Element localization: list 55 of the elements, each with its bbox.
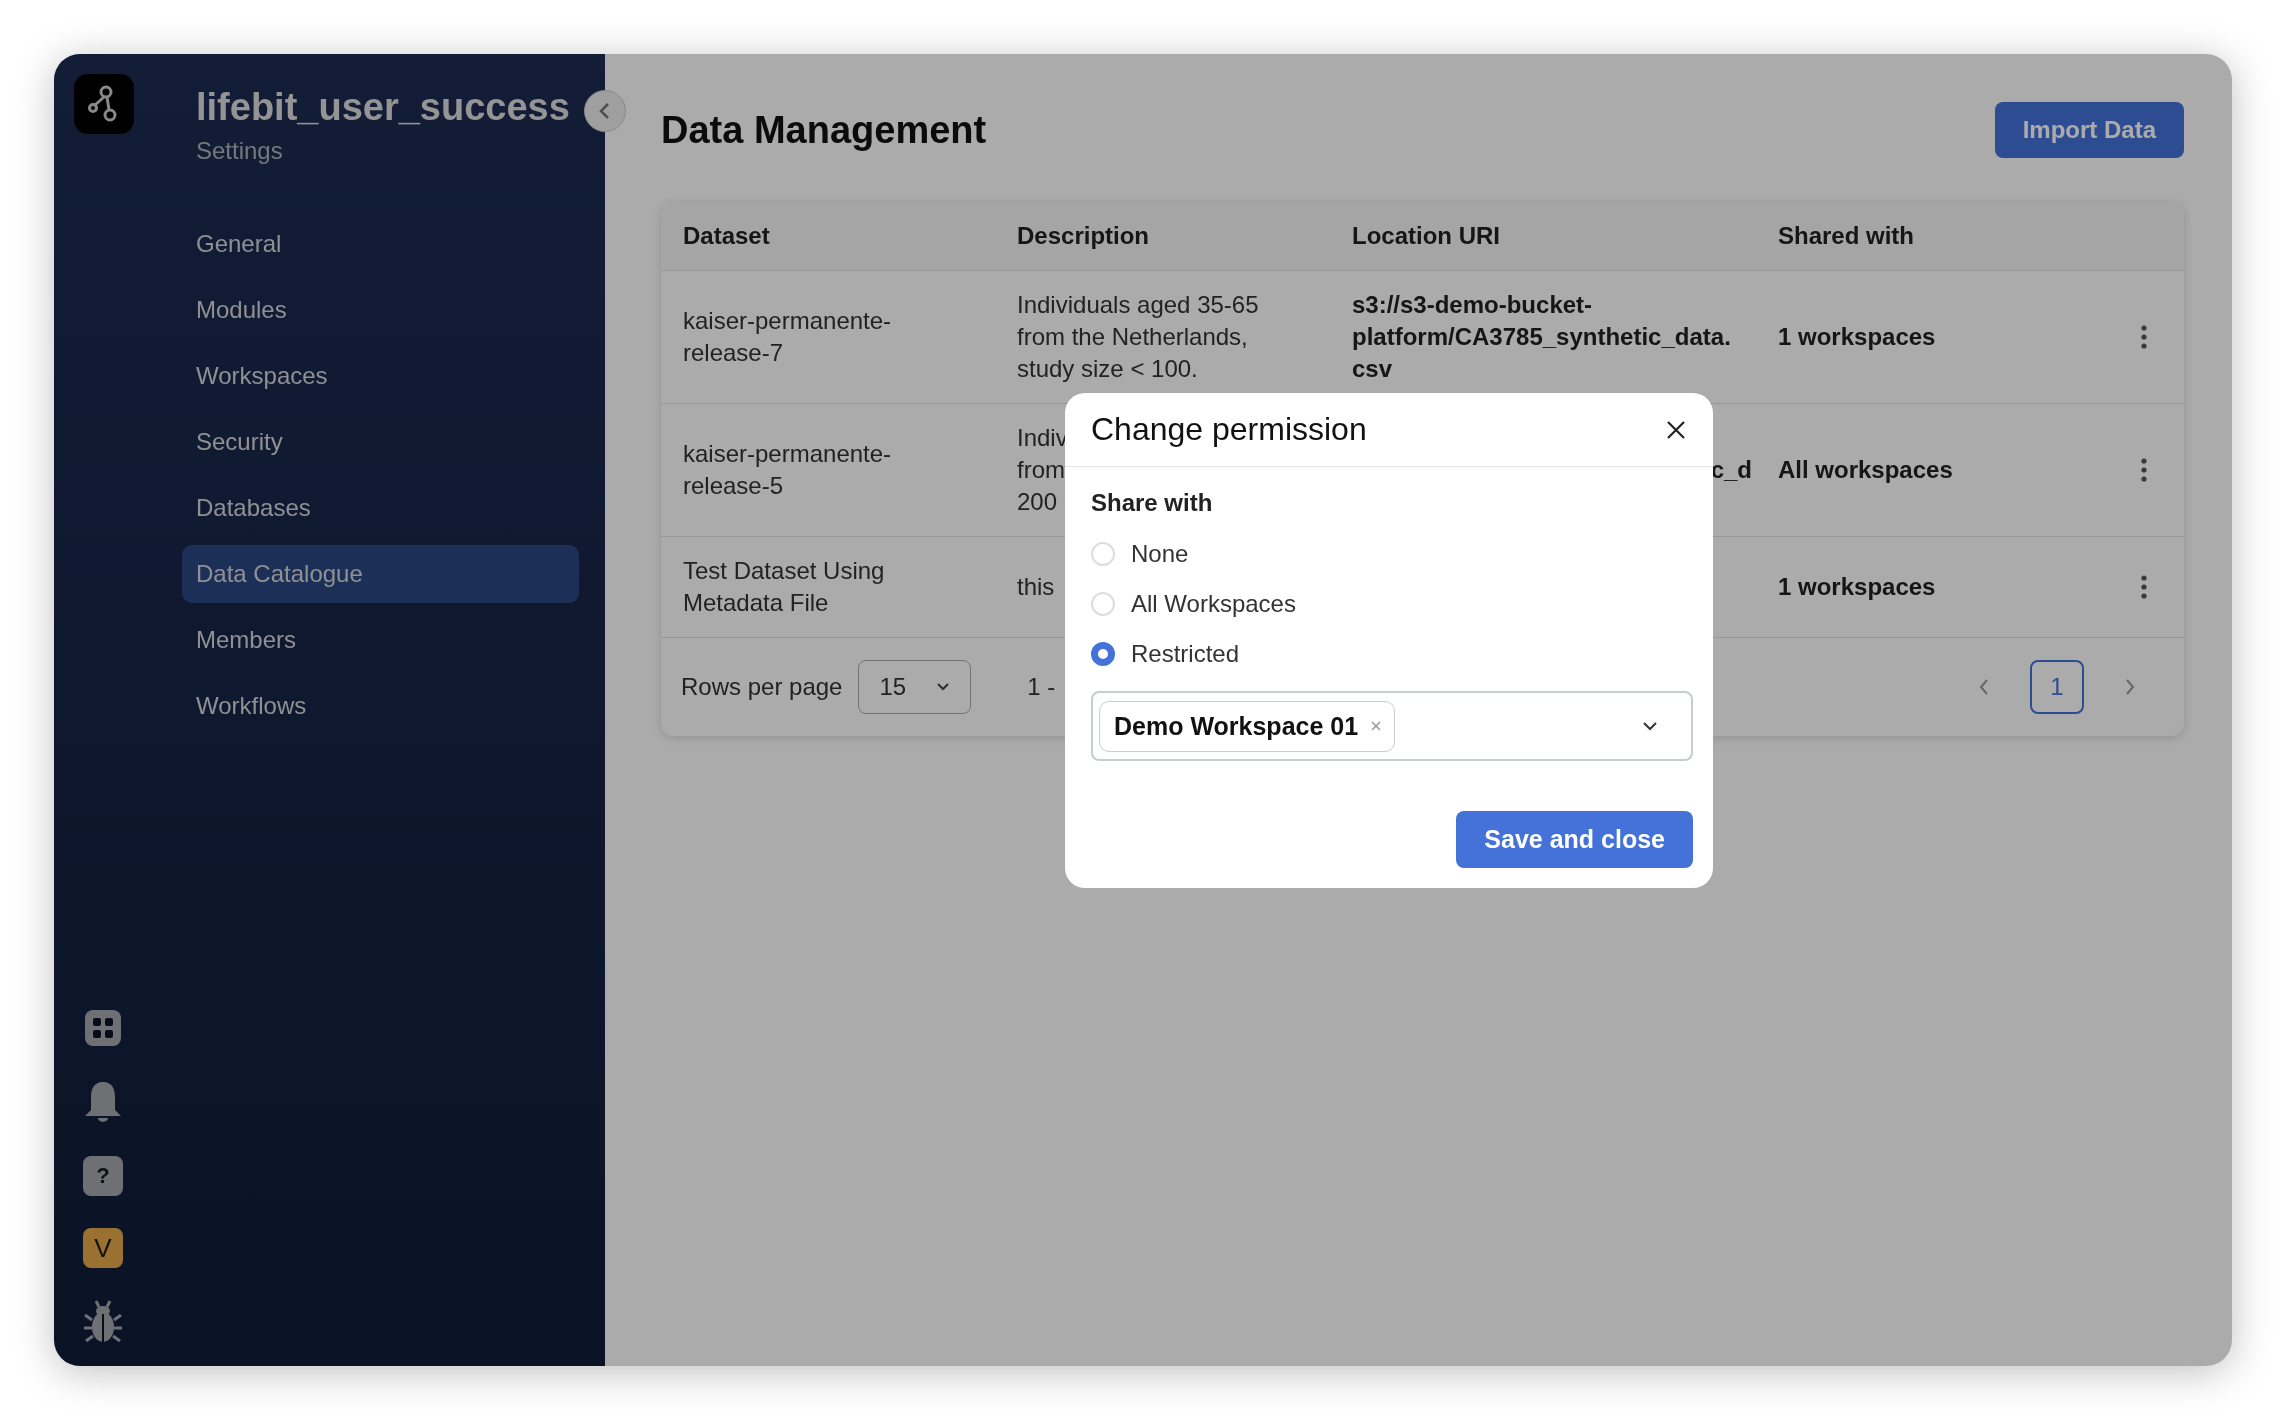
user-avatar[interactable]: V bbox=[83, 1228, 123, 1268]
column-header: Description bbox=[1016, 221, 1151, 251]
table-cell-text: Test Dataset Using Metadata File bbox=[682, 556, 886, 618]
remove-icon[interactable] bbox=[1370, 720, 1383, 732]
more-icon[interactable] bbox=[2140, 324, 2148, 350]
page-range: 1 - bbox=[1027, 673, 1056, 701]
chevron-left-icon bbox=[598, 102, 612, 120]
sidebar-item[interactable]: Workflows bbox=[182, 677, 579, 735]
column-header: Dataset bbox=[682, 221, 771, 251]
workspace-subtitle: Settings bbox=[196, 137, 284, 165]
radio-option[interactable]: Restricted bbox=[1091, 629, 1693, 679]
sidebar-item[interactable]: Security bbox=[182, 413, 579, 471]
workspace-select[interactable]: Demo Workspace 01 bbox=[1091, 691, 1693, 761]
more-icon[interactable] bbox=[2140, 457, 2148, 483]
sidebar-item[interactable]: Modules bbox=[182, 281, 579, 339]
table-cell-text: kaiser-permanente-release-7 bbox=[682, 306, 893, 368]
sidebar-item[interactable]: Data Catalogue bbox=[182, 545, 579, 603]
apps-icon[interactable] bbox=[83, 1008, 123, 1048]
page-button[interactable]: 1 bbox=[2030, 660, 2084, 714]
table-cell-text: c_d bbox=[1710, 455, 1752, 485]
sidebar-item[interactable]: Databases bbox=[182, 479, 579, 537]
table-cell-text: 1 workspaces bbox=[1777, 322, 1937, 352]
previous-page-icon[interactable] bbox=[1978, 678, 1990, 696]
workspace-chip: Demo Workspace 01 bbox=[1099, 700, 1396, 752]
page-title: Data Management bbox=[661, 108, 987, 152]
sidebar-item[interactable]: General bbox=[182, 215, 579, 273]
radio-option[interactable]: None bbox=[1091, 529, 1693, 579]
save-and-close-button[interactable]: Save and close bbox=[1456, 811, 1693, 868]
close-icon[interactable] bbox=[1665, 418, 1687, 441]
help-button[interactable]: ? bbox=[83, 1156, 123, 1196]
chevron-down-icon[interactable] bbox=[1641, 720, 1659, 732]
chevron-down-icon bbox=[936, 682, 951, 692]
rows-per-page-select[interactable]: 15 bbox=[858, 660, 972, 714]
sidebar-item[interactable]: Members bbox=[182, 611, 579, 669]
bug-icon[interactable] bbox=[83, 1300, 123, 1344]
workspace-name: lifebit_user_success bbox=[196, 86, 570, 129]
radio-option[interactable]: All Workspaces bbox=[1091, 579, 1693, 629]
table-cell-text: this bbox=[1017, 572, 1055, 602]
sidebar-item[interactable]: Workspaces bbox=[182, 347, 579, 405]
table-cell-text: 1 workspaces bbox=[1777, 572, 1937, 602]
dialog-title: Change permission bbox=[1091, 411, 1367, 448]
next-page-icon[interactable] bbox=[2124, 678, 2136, 696]
column-header: Location URI bbox=[1351, 221, 1501, 251]
table-cell-text: s3://s3-demo-bucket- platform/CA3785_synthetic_data. csv bbox=[1352, 290, 1731, 384]
rows-per-page-label: Rows per page bbox=[681, 673, 843, 701]
table-cell-text: Individuals aged 35-65 from the Netherlands, study size < 100. bbox=[1017, 290, 1259, 384]
column-header: Shared with bbox=[1777, 221, 1916, 251]
bell-icon[interactable] bbox=[83, 1080, 123, 1124]
table-cell-text: All workspaces bbox=[1777, 455, 1954, 485]
table-cell-text: Indiv from 200 bbox=[1017, 423, 1068, 517]
import-data-button[interactable]: Import Data bbox=[1994, 102, 2184, 158]
logo-icon bbox=[74, 74, 134, 134]
more-icon[interactable] bbox=[2140, 574, 2148, 600]
table-cell-text: kaiser-permanente-release-5 bbox=[682, 439, 893, 501]
share-with-label: Share with bbox=[1091, 489, 1214, 517]
